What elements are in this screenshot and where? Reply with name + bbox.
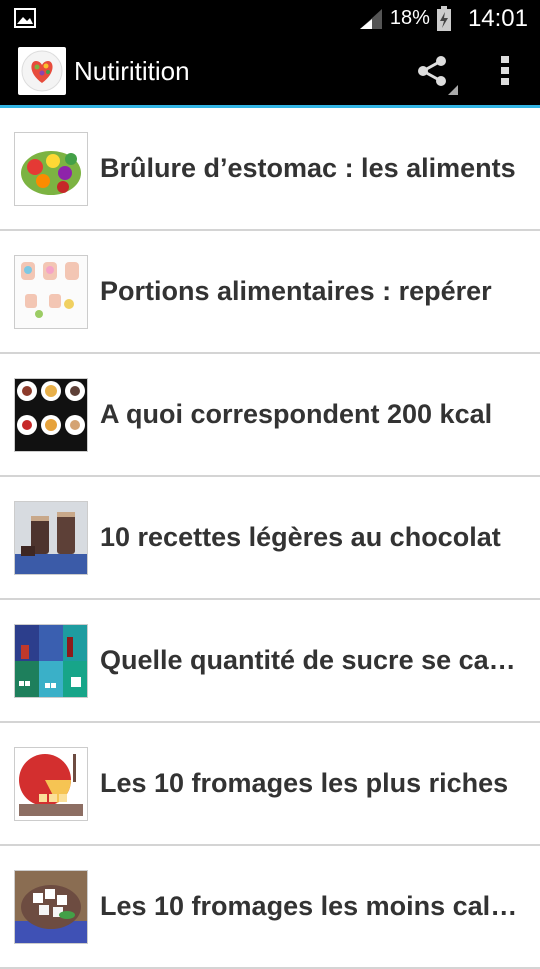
list-item[interactable]: Brûlure d’estomac : les aliments <box>0 108 540 231</box>
status-bar: 18% 14:01 <box>0 0 540 37</box>
overflow-menu-button[interactable] <box>470 37 540 105</box>
chocolate-drinks-thumbnail <box>14 500 88 575</box>
article-title: 10 recettes légères au chocolat <box>100 522 501 552</box>
article-title: Brûlure d’estomac : les aliments <box>100 153 516 183</box>
list-item[interactable]: Portions alimentaires : repérer <box>0 231 540 354</box>
list-item[interactable]: Les 10 fromages les plus riches <box>0 723 540 846</box>
share-button[interactable] <box>394 37 470 105</box>
app-title: Nutiritition <box>74 55 190 86</box>
article-list: Brûlure d’estomac : les aliments Portion… <box>0 108 540 969</box>
list-item[interactable]: Les 10 fromages les moins caloriques <box>0 846 540 969</box>
sugar-cubes-thumbnail <box>14 623 88 698</box>
battery-percent: 18% <box>389 7 430 29</box>
app-bar: Nutiritition <box>0 37 540 108</box>
share-icon <box>418 56 446 86</box>
cheese-wheel-thumbnail <box>14 746 88 821</box>
clock: 14:01 <box>467 4 528 32</box>
feta-bowl-thumbnail <box>14 869 88 944</box>
article-title: Quelle quantité de sucre se cache <box>100 645 526 675</box>
list-item[interactable]: 10 recettes légères au chocolat <box>0 477 540 600</box>
gallery-icon <box>14 8 36 28</box>
article-title: Portions alimentaires : repérer <box>100 276 492 306</box>
list-item[interactable]: Quelle quantité de sucre se cache <box>0 600 540 723</box>
app-logo-icon[interactable] <box>18 47 66 95</box>
fruits-vegetables-thumbnail <box>14 131 88 206</box>
dropdown-corner-icon <box>448 85 458 95</box>
article-title: Les 10 fromages les moins caloriques <box>100 891 526 921</box>
food-plates-thumbnail <box>14 377 88 452</box>
article-title: A quoi correspondent 200 kcal <box>100 399 493 429</box>
article-title: Les 10 fromages les plus riches <box>100 768 509 798</box>
battery-charging-icon <box>436 5 451 31</box>
overflow-menu-icon <box>501 56 509 85</box>
hand-portions-thumbnail <box>14 254 88 329</box>
signal-icon <box>359 8 382 29</box>
list-item[interactable]: A quoi correspondent 200 kcal <box>0 354 540 477</box>
